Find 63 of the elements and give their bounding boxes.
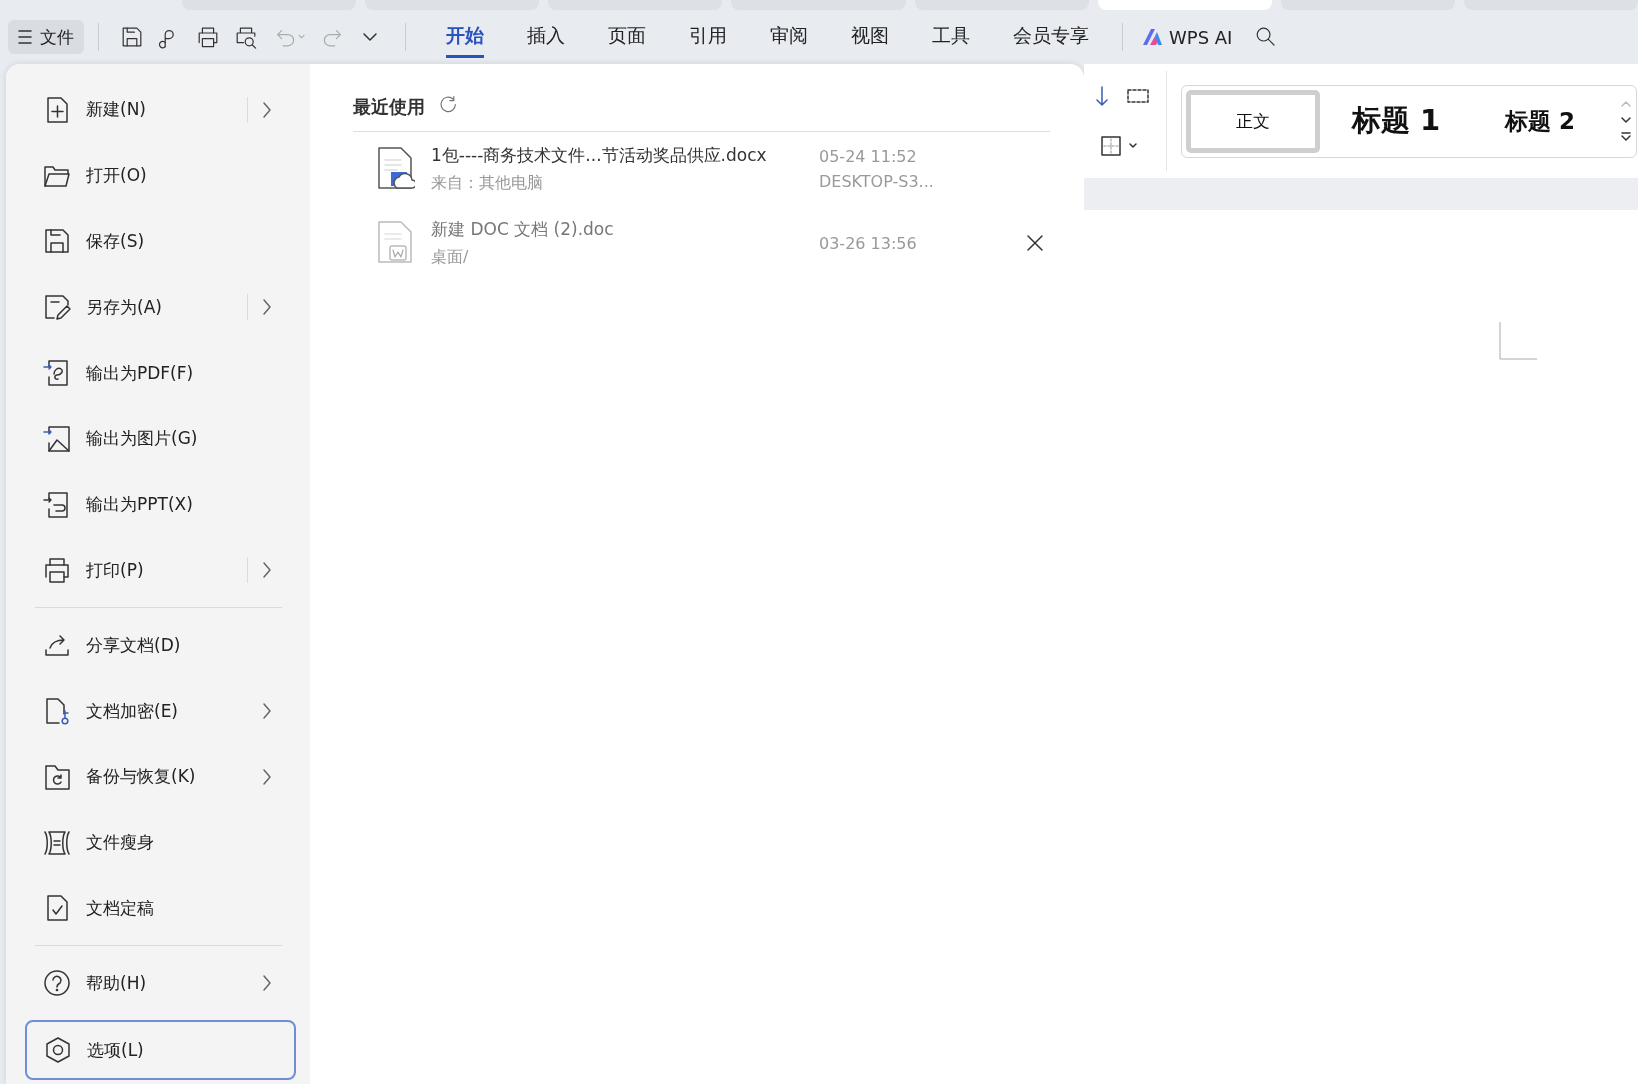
print-preview-icon: [234, 25, 258, 49]
file-menu-item[interactable]: 另存为(A): [6, 276, 310, 339]
file-menu-item[interactable]: 打印(P): [6, 539, 310, 602]
ribbon-tab[interactable]: 开始: [446, 16, 484, 58]
margin-corner-mark: [1499, 322, 1537, 360]
file-date: 05-24 11:52: [819, 147, 918, 166]
ribbon-tab[interactable]: 插入: [527, 16, 565, 58]
cloud-document-icon: [377, 146, 415, 192]
file-device: DESKTOP-S3...: [819, 172, 935, 191]
print-button[interactable]: [196, 25, 220, 49]
file-name: 新建 DOC 文档 (2).doc: [431, 218, 615, 241]
ribbon-tab[interactable]: 工具: [932, 16, 970, 58]
close-icon: [1025, 233, 1045, 253]
printer-icon: [42, 555, 72, 586]
style-preset[interactable]: 正文: [1186, 89, 1320, 153]
file-menu-item[interactable]: 输出为PPT(X): [6, 473, 310, 536]
recent-title: 最近使用: [353, 95, 425, 119]
save-as-icon: [42, 292, 72, 323]
settings-icon: [43, 1035, 73, 1066]
expand-icon: [1620, 131, 1632, 143]
remove-button[interactable]: [1025, 233, 1045, 253]
print-preview-button[interactable]: [234, 25, 258, 49]
border-dropdown-icon: [1100, 135, 1140, 157]
file-menu-item[interactable]: 新建(N): [6, 79, 310, 141]
ribbon-tab[interactable]: 视图: [851, 16, 889, 58]
ribbon-tab[interactable]: 页面: [608, 16, 646, 58]
dashed-border-icon: [1126, 86, 1150, 106]
file-menu-item[interactable]: 输出为图片(G): [6, 408, 310, 470]
file-menu-button[interactable]: 文件: [8, 20, 84, 54]
file-menu-item[interactable]: 输出为PDF(F): [6, 342, 310, 404]
file-location: 来自：其他电脑: [431, 173, 544, 194]
wps-ai-button[interactable]: WPS AI: [1135, 25, 1239, 49]
printer-icon: [196, 25, 220, 49]
file-menu-item[interactable]: 文档定稿: [6, 877, 310, 940]
table-grid-button[interactable]: [1126, 86, 1150, 106]
menu-icon: [18, 29, 32, 45]
file-menu-item[interactable]: 选项(L): [25, 1020, 296, 1080]
ribbon-tab[interactable]: 引用: [689, 16, 727, 58]
scroll-up-icon: [1620, 99, 1632, 109]
file-location: 桌面/: [431, 247, 470, 268]
sort-button[interactable]: [1096, 85, 1108, 107]
file-menu-item[interactable]: 打开(O): [6, 144, 310, 207]
file-menu-item[interactable]: 帮助(H): [6, 952, 310, 1015]
help-icon: [42, 968, 72, 999]
ai-logo-icon: [1141, 27, 1163, 47]
file-menu-item[interactable]: 文件瘦身: [6, 811, 310, 874]
file-menu-item[interactable]: 保存(S): [6, 210, 310, 273]
scroll-down-icon: [1620, 115, 1632, 125]
file-menu-item[interactable]: 分享文档(D): [6, 614, 310, 677]
recent-file-row[interactable]: 新建 DOC 文档 (2).doc 桌面/ 03-26 13:56: [353, 206, 1050, 280]
border-button[interactable]: [1100, 135, 1140, 157]
file-menu-item[interactable]: 文档加密(E): [6, 680, 310, 742]
ribbon-tab[interactable]: 审阅: [770, 16, 808, 58]
file-name: 1包----商务技术文件...节活动奖品供应.docx: [431, 144, 768, 167]
save-button[interactable]: [120, 25, 144, 49]
file-date: 03-26 13:56: [819, 233, 918, 253]
sort-down-icon: [1096, 85, 1108, 107]
document-icon: [377, 220, 415, 266]
save-icon: [120, 25, 144, 49]
file-menu-item[interactable]: 备份与恢复(K): [6, 745, 310, 808]
export-image-icon: [42, 423, 72, 454]
recent-file-row[interactable]: 1包----商务技术文件...节活动奖品供应.docx 来自：其他电脑 05-24 11:52 DESKTOP-S3...: [353, 132, 1050, 206]
ribbon-tab[interactable]: 会员专享: [1013, 16, 1089, 58]
